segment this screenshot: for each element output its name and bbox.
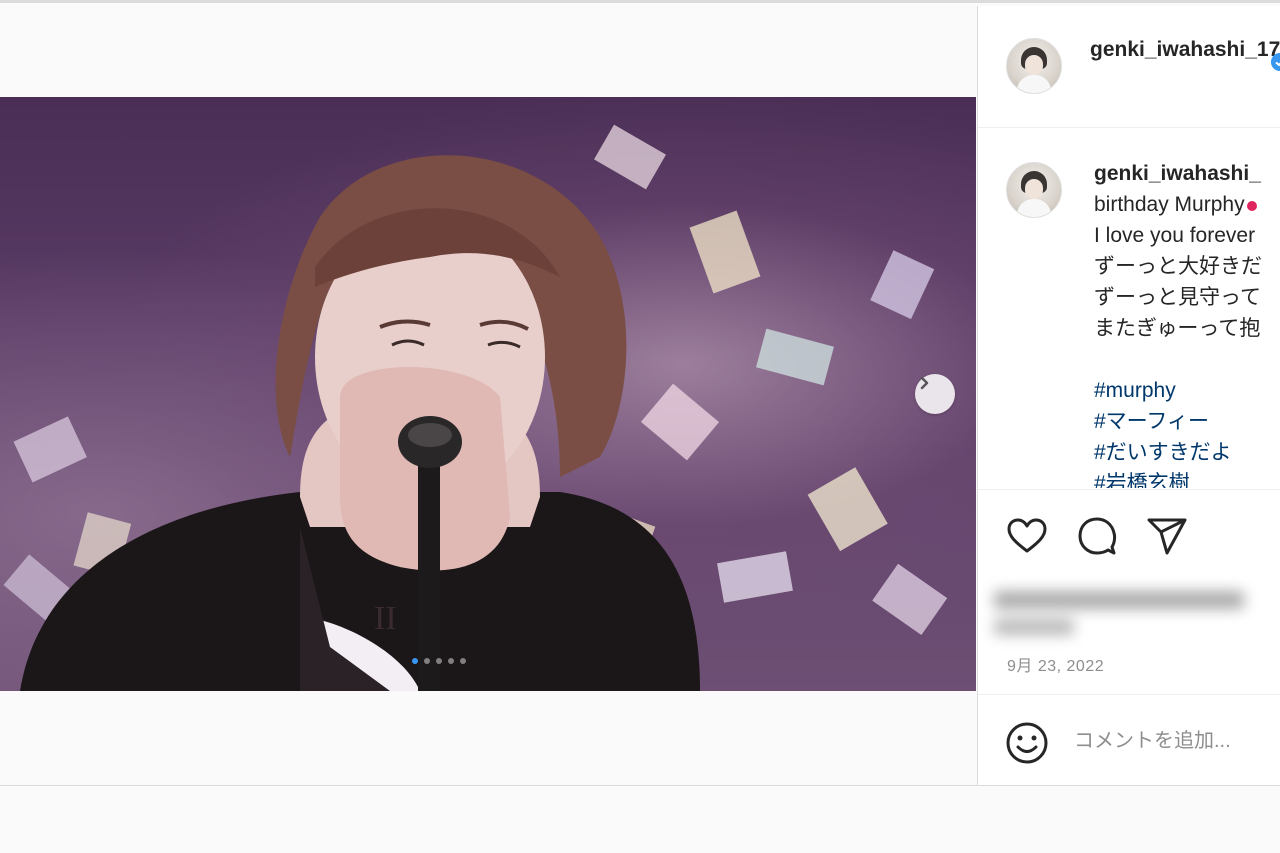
emoji-button[interactable]: [1005, 721, 1049, 765]
top-border: [0, 0, 1280, 3]
hashtag-link[interactable]: #だいすきだよ: [1094, 437, 1280, 468]
avatar[interactable]: [1006, 38, 1062, 94]
caption-line: ずーっと大好きだ: [1094, 255, 1262, 278]
hashtag-link[interactable]: #murphy: [1094, 375, 1280, 406]
heart-emoji-icon: [1246, 201, 1257, 211]
photo-illustration: II: [3, 124, 948, 691]
caption-line: I love you forever: [1094, 224, 1256, 247]
heart-icon: [1007, 518, 1047, 553]
caption-text: genki_iwahashi_ birthday Murphy I love y…: [1094, 158, 1280, 488]
carousel-dot: [436, 658, 442, 664]
hashtag-link[interactable]: #岩橋玄樹: [1094, 468, 1280, 488]
comment-input[interactable]: [1074, 721, 1280, 761]
carousel-next-button[interactable]: [915, 374, 955, 414]
likes-summary-blurred: [994, 577, 1280, 657]
carousel-indicators: [412, 658, 466, 664]
smiley-icon: [1006, 722, 1048, 764]
post-sidebar: genki_iwahashi_17 genki_iwahashi_ birthd…: [977, 6, 1280, 785]
caption-line: birthday Murphy: [1094, 193, 1245, 216]
like-button[interactable]: [1005, 514, 1049, 558]
caption-avatar[interactable]: [1006, 162, 1062, 218]
caption-line: ずーっと見守って: [1094, 286, 1261, 309]
post-photo: II: [0, 97, 976, 691]
hashtag-link[interactable]: #マーフィー: [1094, 406, 1280, 437]
carousel-dot: [412, 658, 418, 664]
caption-username[interactable]: genki_iwahashi_: [1094, 162, 1261, 185]
carousel-dot: [424, 658, 430, 664]
chevron-right-icon: [920, 376, 929, 390]
media-area: II: [0, 6, 976, 785]
caption-section: genki_iwahashi_ birthday Murphy I love y…: [978, 128, 1280, 488]
comment-button[interactable]: [1075, 514, 1119, 558]
post-header: genki_iwahashi_17: [978, 6, 1280, 128]
share-button[interactable]: [1145, 514, 1189, 558]
svg-text:II: II: [374, 600, 397, 637]
post-container: II genki_iwahashi_17 genki_iwahashi_ bir…: [0, 6, 1280, 786]
share-icon: [1147, 518, 1187, 555]
carousel-dot: [460, 658, 466, 664]
carousel-dot: [448, 658, 454, 664]
action-bar: [978, 489, 1280, 580]
header-username[interactable]: genki_iwahashi_17: [1090, 35, 1280, 65]
caption-line: またぎゅーって抱: [1094, 317, 1261, 340]
comment-icon: [1078, 517, 1117, 555]
post-date: 9月 23, 2022: [1007, 658, 1105, 675]
verified-badge-icon: [1271, 53, 1280, 71]
comment-row: [978, 694, 1280, 785]
